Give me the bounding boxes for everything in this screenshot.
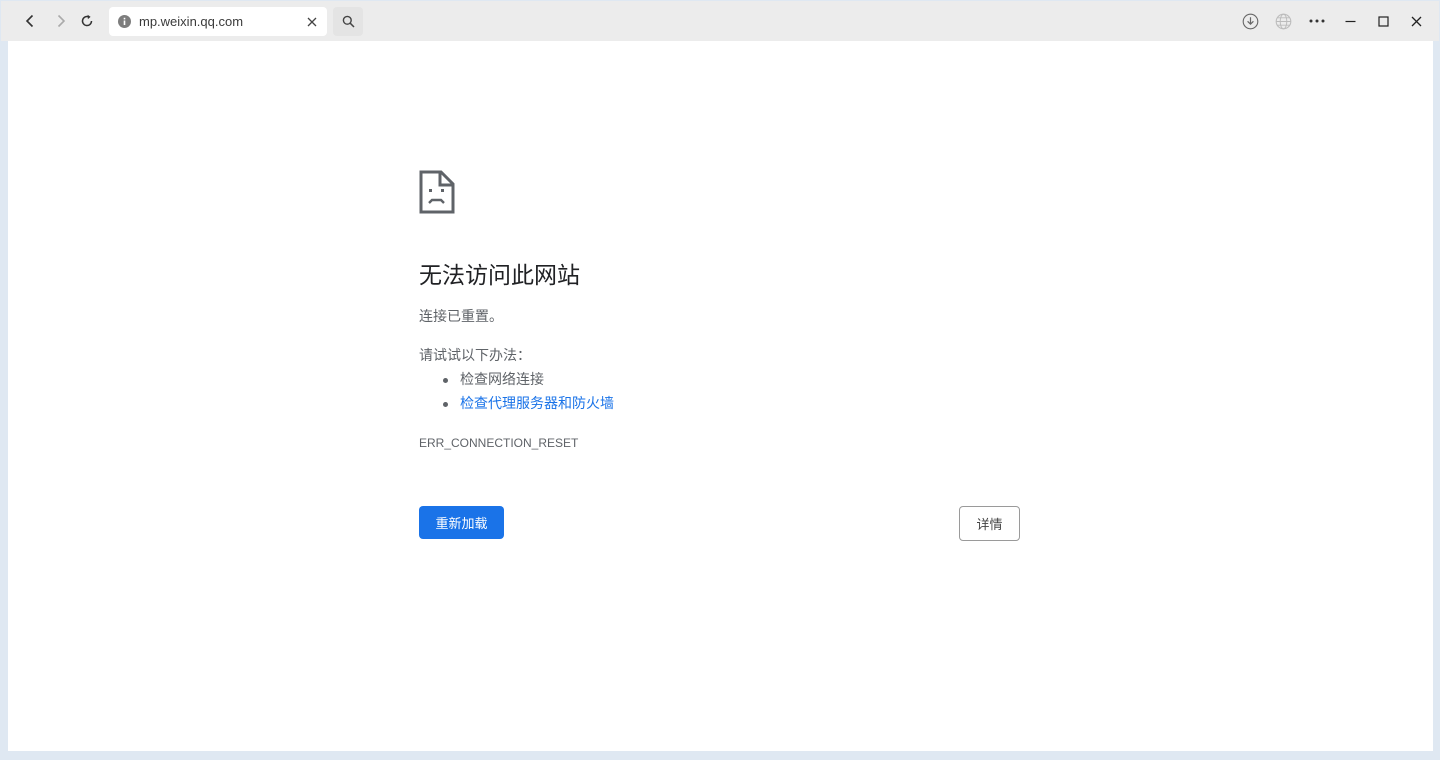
globe-icon (1275, 13, 1291, 29)
chevron-left-icon (25, 14, 34, 28)
browser-toolbar: mp.weixin.qq.com (1, 1, 1439, 41)
more-icon (1309, 19, 1325, 23)
suggestion-check-proxy-link[interactable]: 检查代理服务器和防火墙 (419, 394, 614, 418)
url-text[interactable]: mp.weixin.qq.com (139, 13, 243, 30)
close-window-button[interactable] (1401, 7, 1431, 35)
error-description: 连接已重置。 (419, 309, 503, 325)
error-code: ERR_CONNECTION_RESET (419, 436, 579, 450)
download-button[interactable] (1236, 7, 1264, 35)
reload-button[interactable]: 重新加载 (419, 506, 504, 539)
forward-button[interactable] (47, 7, 75, 35)
suggestions-intro: 请试试以下办法： (419, 348, 531, 364)
maximize-icon (1377, 15, 1389, 27)
sad-page-icon (419, 170, 455, 214)
back-button[interactable] (16, 7, 44, 35)
suggestions-list: 检查网络连接 检查代理服务器和防火墙 (419, 370, 614, 418)
minimize-icon (1345, 20, 1355, 22)
chevron-right-icon (57, 14, 66, 28)
clear-url-button[interactable] (302, 12, 322, 32)
info-icon[interactable] (118, 15, 131, 28)
reload-toolbar-button[interactable] (73, 7, 101, 35)
translate-button[interactable] (1269, 7, 1297, 35)
page-content: 无法访问此网站 连接已重置。 请试试以下办法： 检查网络连接 检查代理服务器和防… (8, 41, 1433, 751)
refresh-icon (81, 14, 93, 27)
suggestion-check-network: 检查网络连接 (419, 370, 614, 394)
close-icon (307, 17, 317, 27)
details-button[interactable]: 详情 (959, 506, 1020, 541)
download-icon (1242, 13, 1258, 29)
menu-button[interactable] (1303, 7, 1331, 35)
maximize-button[interactable] (1368, 7, 1398, 35)
search-icon (342, 15, 355, 28)
browser-window: mp.weixin.qq.com 无法访问此网站 连接已重置。 请试试以下办法：… (0, 0, 1440, 760)
minimize-button[interactable] (1335, 7, 1365, 35)
error-title: 无法访问此网站 (419, 263, 580, 289)
address-bar[interactable]: mp.weixin.qq.com (109, 7, 327, 36)
search-button[interactable] (333, 7, 363, 36)
close-window-icon (1411, 16, 1421, 26)
